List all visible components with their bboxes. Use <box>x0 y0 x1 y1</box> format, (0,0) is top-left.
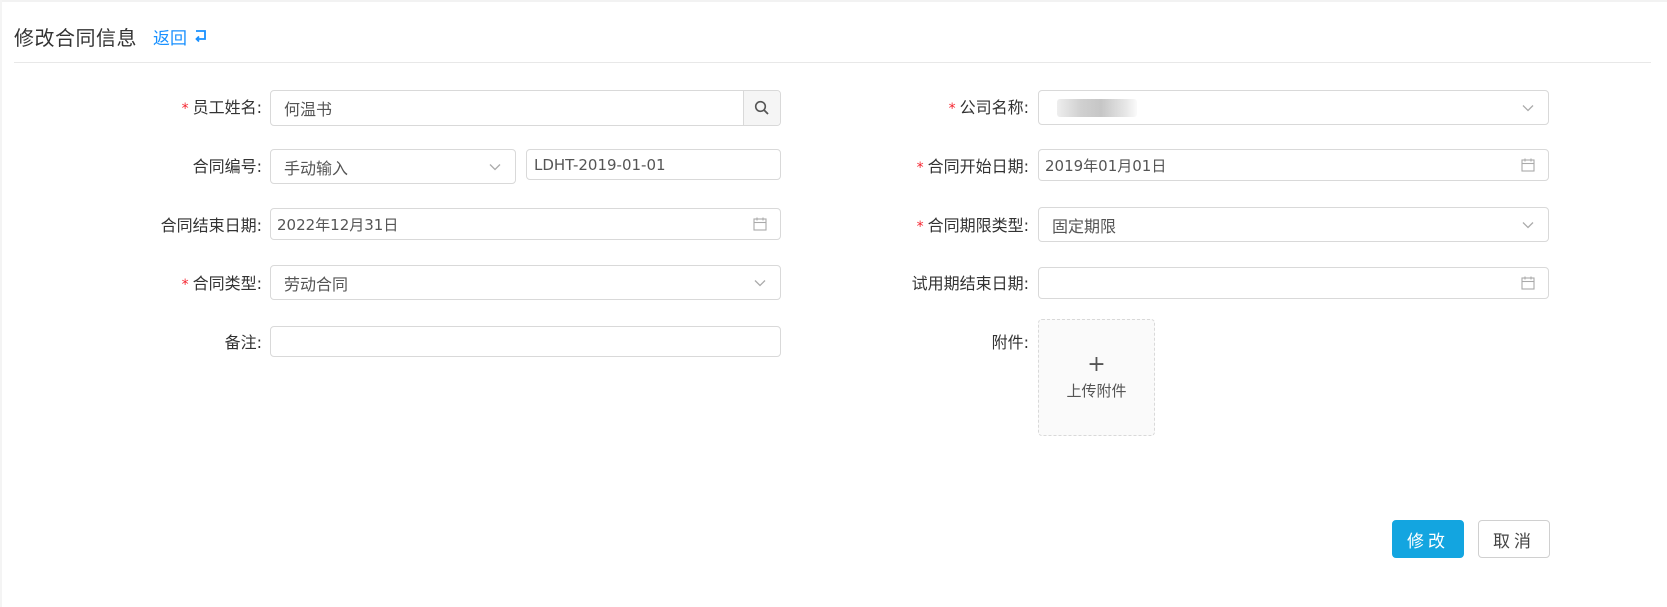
contract-number-mode-value: 手动输入 <box>284 158 349 178</box>
page-header: 修改合同信息 返回 <box>14 22 209 50</box>
plus-icon: + <box>1087 352 1106 377</box>
start-date-picker[interactable]: 2019年01月01日 <box>1038 149 1549 181</box>
left-border <box>0 0 2 607</box>
contract-type-label: * 合同类型: <box>181 274 262 293</box>
required-mark: * <box>181 277 189 293</box>
back-link[interactable]: 返回 <box>153 24 209 49</box>
return-icon <box>195 30 206 43</box>
contract-number-value: LDHT-2019-01-01 <box>534 155 666 174</box>
employee-name-label: * 员工姓名: <box>181 98 262 117</box>
cancel-button[interactable]: 取消 <box>1478 520 1550 558</box>
top-border <box>0 0 1667 2</box>
company-name-blurred-value <box>1057 98 1137 117</box>
upload-label: 上传附件 <box>1066 382 1127 400</box>
required-mark: * <box>181 101 189 117</box>
end-date-value: 2022年12月31日 <box>277 215 399 234</box>
employee-search-button[interactable] <box>743 91 780 125</box>
calendar-icon <box>753 217 767 231</box>
company-name-label: * 公司名称: <box>948 98 1029 117</box>
term-type-label: * 合同期限类型: <box>916 216 1029 235</box>
upload-attachment-button[interactable]: + 上传附件 <box>1038 319 1155 436</box>
calendar-icon <box>1521 158 1535 172</box>
term-type-value: 固定期限 <box>1052 216 1117 236</box>
attachment-label: 附件: <box>991 333 1029 352</box>
end-date-label: 合同结束日期: <box>160 216 262 235</box>
back-label: 返回 <box>153 28 187 49</box>
remarks-input[interactable] <box>270 326 781 357</box>
contract-number-input[interactable]: LDHT-2019-01-01 <box>526 149 781 180</box>
start-date-value: 2019年01月01日 <box>1045 156 1167 175</box>
remarks-label: 备注: <box>224 333 262 352</box>
chevron-down-icon <box>1522 104 1534 111</box>
start-date-label: * 合同开始日期: <box>916 157 1029 176</box>
header-divider <box>14 62 1651 63</box>
contract-type-select[interactable]: 劳动合同 <box>270 265 781 300</box>
calendar-icon <box>1521 276 1535 290</box>
required-mark: * <box>948 101 956 117</box>
term-type-select[interactable]: 固定期限 <box>1038 207 1549 242</box>
probation-end-date-picker[interactable] <box>1038 267 1549 299</box>
chevron-down-icon <box>1522 221 1534 228</box>
required-mark: * <box>916 160 924 176</box>
submit-button[interactable]: 修改 <box>1392 520 1464 558</box>
contract-number-label: 合同编号: <box>192 157 262 176</box>
employee-name-input[interactable]: 何温书 <box>270 90 781 126</box>
chevron-down-icon <box>754 279 766 286</box>
search-icon <box>754 100 769 115</box>
end-date-picker[interactable]: 2022年12月31日 <box>270 208 781 240</box>
contract-type-value: 劳动合同 <box>284 274 349 294</box>
employee-name-value: 何温书 <box>284 100 333 119</box>
contract-number-mode-select[interactable]: 手动输入 <box>270 149 516 184</box>
company-name-select[interactable] <box>1038 90 1549 125</box>
probation-end-date-label: 试用期结束日期: <box>911 274 1029 293</box>
required-mark: * <box>916 219 924 235</box>
page-title: 修改合同信息 <box>14 25 137 50</box>
chevron-down-icon <box>489 163 501 170</box>
